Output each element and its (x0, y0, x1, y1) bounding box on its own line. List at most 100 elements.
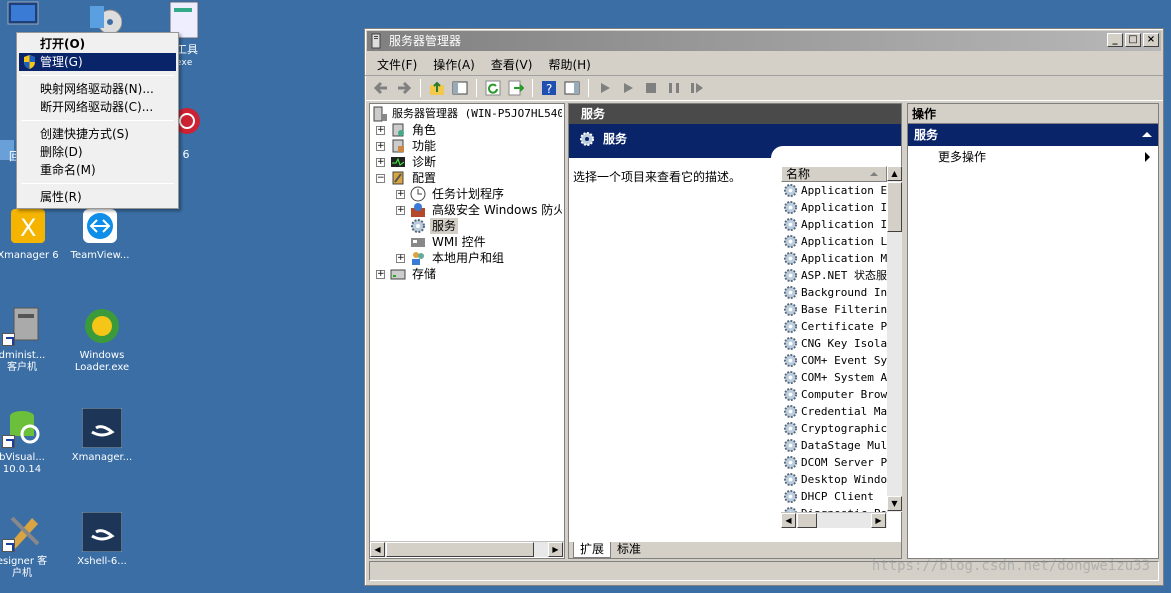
service-row[interactable]: CNG Key Isolat (781, 335, 887, 352)
tree-item-configuration[interactable]: − 配置 (376, 170, 562, 186)
tree-item-diagnostics[interactable]: + 诊断 (376, 154, 562, 170)
shortcut-arrow-icon (2, 435, 15, 448)
tree-item-services[interactable]: 服务 (396, 218, 562, 234)
service-name: Application In (801, 218, 887, 231)
desktop-icon-xshell[interactable]: Xshell-6... (66, 511, 138, 568)
desktop-icon-designer-client[interactable]: esigner 客 户机 (0, 512, 58, 580)
desktop-icon-windows-loader[interactable]: Windows Loader.exe (66, 306, 138, 374)
scroll-right-button[interactable]: ▶ (548, 542, 563, 557)
tree-item-firewall[interactable]: + 高级安全 Windows 防火墙 (396, 202, 562, 218)
column-header-name[interactable]: 名称 (781, 166, 887, 182)
export-button[interactable] (506, 78, 526, 98)
service-row[interactable]: DataStage Mult (781, 437, 887, 454)
menu-item-map-drive[interactable]: 映射网络驱动器(N)... (19, 80, 176, 98)
scroll-thumb[interactable] (797, 513, 817, 528)
gear-icon (783, 319, 798, 334)
service-row[interactable]: Application La (781, 233, 887, 250)
pause-service-button[interactable] (664, 78, 684, 98)
service-row[interactable]: Computer Brows (781, 386, 887, 403)
scroll-down-button[interactable]: ▼ (887, 496, 902, 511)
expand-toggle[interactable]: + (376, 126, 385, 135)
scroll-up-button[interactable]: ▲ (887, 166, 902, 181)
maximize-button[interactable]: □ (1125, 33, 1141, 47)
tree-horizontal-scrollbar[interactable]: ◀ ▶ (370, 541, 564, 557)
action-more-actions[interactable]: 更多操作 (908, 146, 1158, 168)
menu-item-open[interactable]: 打开(O) (19, 35, 176, 53)
desktop-icon-admin-client[interactable]: dminist... 客户机 (0, 306, 58, 374)
service-row[interactable]: Application Ma (781, 250, 887, 267)
window-titlebar[interactable]: 服务器管理器 _ □ × (367, 31, 1161, 51)
scroll-thumb[interactable] (386, 542, 534, 557)
service-row[interactable]: Desktop Window (781, 471, 887, 488)
minimize-button[interactable]: _ (1107, 33, 1123, 47)
menu-item-properties[interactable]: 属性(R) (19, 188, 176, 206)
desktop-icon-xmanager2[interactable]: Xmanager... (66, 407, 138, 464)
scroll-right-button[interactable]: ▶ (871, 513, 886, 528)
tree-item-local-users[interactable]: + 本地用户和组 (396, 250, 562, 266)
help-icon: ? (542, 81, 556, 96)
service-row[interactable]: Credential Man (781, 403, 887, 420)
collapse-toggle[interactable]: − (376, 174, 385, 183)
expand-toggle[interactable]: + (396, 206, 405, 215)
help-button[interactable]: ? (539, 78, 559, 98)
menu-view[interactable]: 查看(V) (483, 56, 541, 73)
expand-toggle[interactable]: + (376, 158, 385, 167)
desktop-icon-label: Xmanager 6 (0, 250, 59, 261)
expand-toggle[interactable]: + (396, 254, 405, 263)
services-horizontal-scrollbar[interactable]: ◀ ▶ (781, 512, 887, 528)
service-row[interactable]: Certificate Pr (781, 318, 887, 335)
tab-extended[interactable]: 扩展 (573, 542, 612, 558)
restart-service-button[interactable] (687, 78, 707, 98)
tree-item-task-scheduler[interactable]: + 任务计划程序 (396, 186, 562, 202)
desktop-icon-dbvisual[interactable]: bVisual... 10.0.14 (0, 408, 58, 476)
menu-item-disconnect-drive[interactable]: 断开网络驱动器(C)... (19, 98, 176, 116)
expand-toggle[interactable]: + (376, 270, 385, 279)
tree-item-roles[interactable]: + 角色 (376, 122, 562, 138)
desktop-icon-xmanager[interactable]: X Xmanager 6 (0, 206, 64, 262)
tree-item-wmi[interactable]: WMI 控件 (396, 234, 562, 250)
actions-section-services[interactable]: 服务 (908, 124, 1158, 146)
desktop-icon-teamviewer[interactable]: TeamView... (64, 206, 136, 262)
expand-toggle[interactable]: + (376, 142, 385, 151)
services-vertical-scrollbar[interactable]: ▲ ▼ (887, 166, 902, 512)
service-row[interactable]: ASP.NET 状态服 (781, 267, 887, 284)
action-pane-button[interactable] (562, 78, 582, 98)
stop-service-button[interactable] (641, 78, 661, 98)
expand-toggle[interactable]: + (396, 190, 405, 199)
back-button[interactable] (371, 78, 391, 98)
up-level-button[interactable] (427, 78, 447, 98)
tab-standard[interactable]: 标准 (611, 542, 647, 558)
start-service-button[interactable] (595, 78, 615, 98)
service-row[interactable]: Application Ex (781, 182, 887, 199)
service-row[interactable]: DCOM Server Pr (781, 454, 887, 471)
show-hide-tree-button[interactable] (450, 78, 470, 98)
service-row[interactable]: Cryptographic (781, 420, 887, 437)
forward-button[interactable] (394, 78, 414, 98)
refresh-button[interactable] (483, 78, 503, 98)
tree-item-storage[interactable]: + 存储 (376, 266, 562, 282)
scroll-left-button[interactable]: ◀ (370, 542, 385, 557)
close-button[interactable]: × (1143, 33, 1159, 47)
menu-file[interactable]: 文件(F) (369, 56, 425, 73)
scroll-thumb[interactable] (887, 182, 902, 232)
menu-item-create-shortcut[interactable]: 创建快捷方式(S) (19, 125, 176, 143)
menu-item-manage[interactable]: 管理(G) (19, 53, 176, 71)
service-row[interactable]: Application In (781, 216, 887, 233)
service-row[interactable]: Application Id (781, 199, 887, 216)
menu-help[interactable]: 帮助(H) (540, 56, 598, 73)
gear-icon (783, 251, 798, 266)
service-row[interactable]: COM+ System Ap (781, 369, 887, 386)
service-row[interactable]: Base Filtering (781, 301, 887, 318)
gear-icon (783, 302, 798, 317)
scroll-left-button[interactable]: ◀ (781, 513, 796, 528)
tree-item-root[interactable]: 服务器管理器 (WIN-P5JO7HL540 (372, 106, 562, 122)
service-row[interactable]: DHCP Client (781, 488, 887, 505)
service-name: Base Filtering (801, 303, 887, 316)
menu-action[interactable]: 操作(A) (425, 56, 483, 73)
menu-item-delete[interactable]: 删除(D) (19, 143, 176, 161)
start-service-alt-button[interactable] (618, 78, 638, 98)
service-row[interactable]: COM+ Event Sys (781, 352, 887, 369)
menu-item-rename[interactable]: 重命名(M) (19, 161, 176, 179)
tree-item-features[interactable]: + 功能 (376, 138, 562, 154)
service-row[interactable]: Background Int (781, 284, 887, 301)
